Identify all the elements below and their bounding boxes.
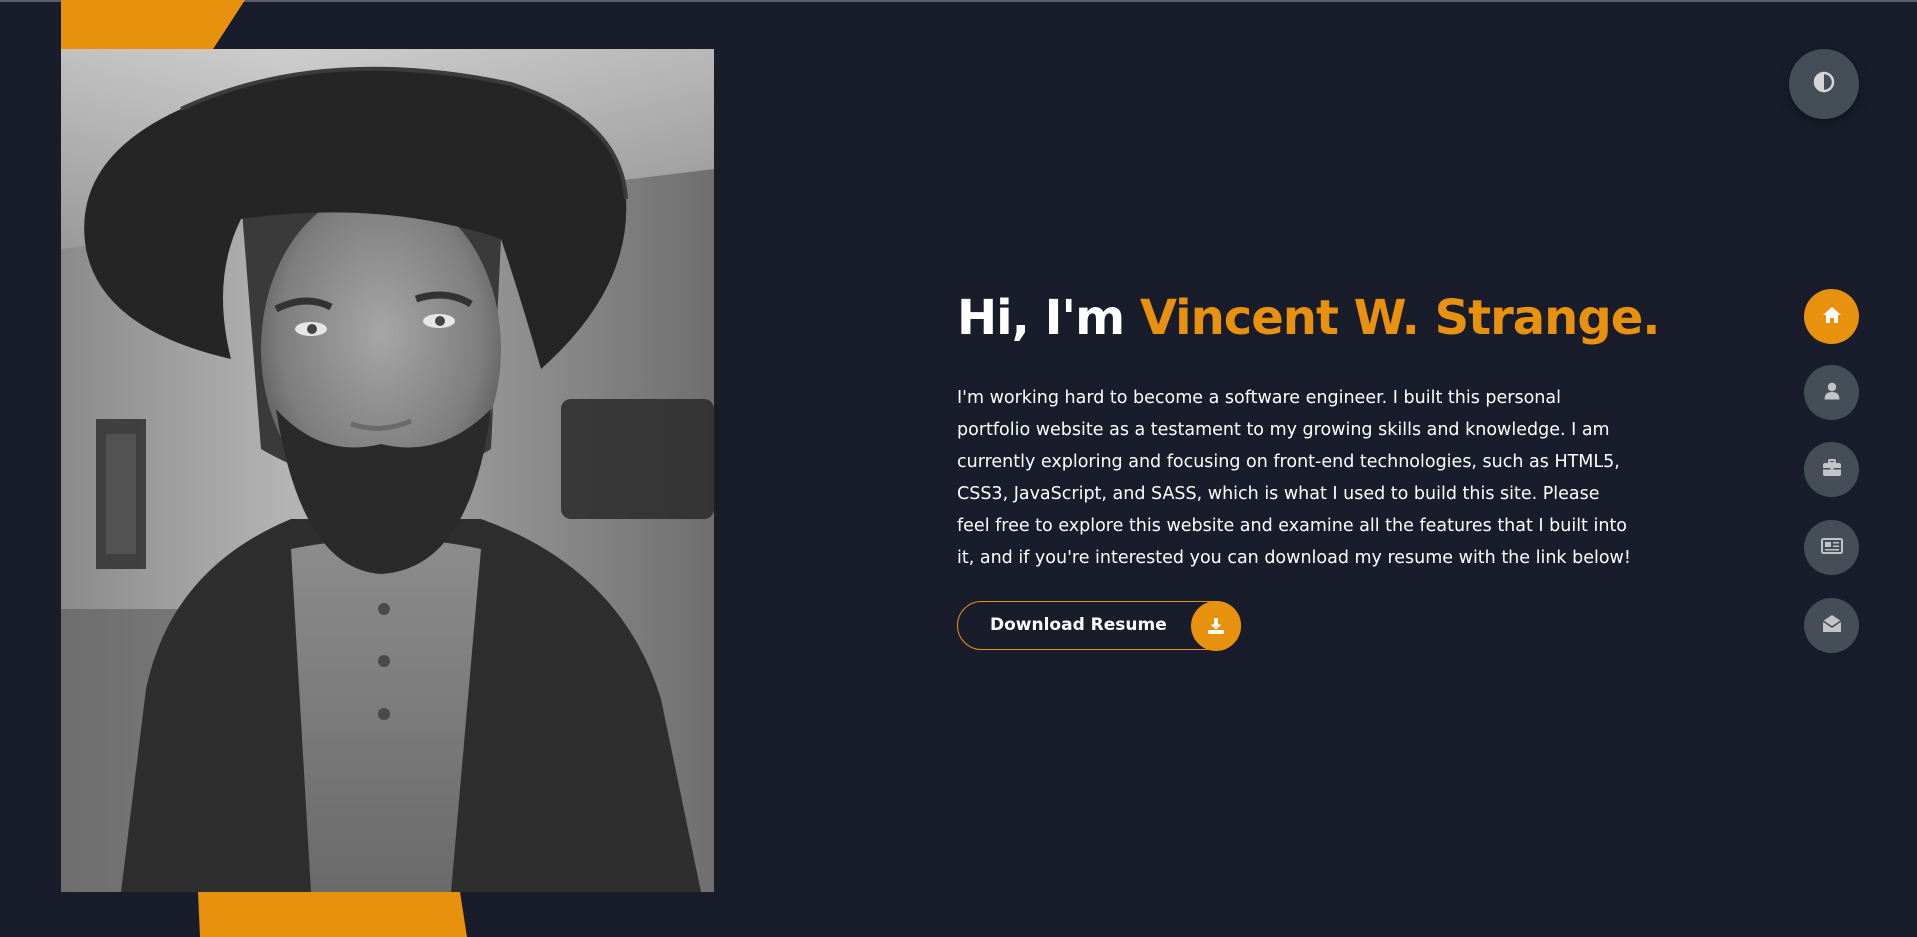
nav-portfolio-button[interactable] [1804,442,1859,497]
briefcase-icon [1822,458,1842,481]
greeting-text: Hi, I'm [957,290,1140,346]
hero-description: I'm working hard to become a software en… [957,387,1631,568]
user-icon [1824,382,1840,404]
download-resume-label: Download Resume [990,615,1167,635]
hero-section: Hi, I'm Vincent W. Strange. I'm working … [957,290,1660,574]
name-text: Vincent W. Strange. [1139,290,1661,346]
newspaper-icon [1820,537,1843,558]
contrast-icon [1813,71,1835,97]
nav-about-button[interactable] [1804,365,1859,420]
nav-home-button[interactable] [1804,289,1859,344]
download-icon [1191,601,1241,651]
download-resume-button[interactable]: Download Resume [957,601,1241,651]
top-border [0,0,1917,2]
envelope-open-icon [1822,614,1842,637]
home-icon [1822,306,1842,328]
profile-photo [61,49,714,892]
theme-toggle-button[interactable] [1789,49,1859,119]
hero-title: Hi, I'm Vincent W. Strange. [957,290,1660,348]
nav-blog-button[interactable] [1804,520,1859,575]
nav-contact-button[interactable] [1804,598,1859,653]
